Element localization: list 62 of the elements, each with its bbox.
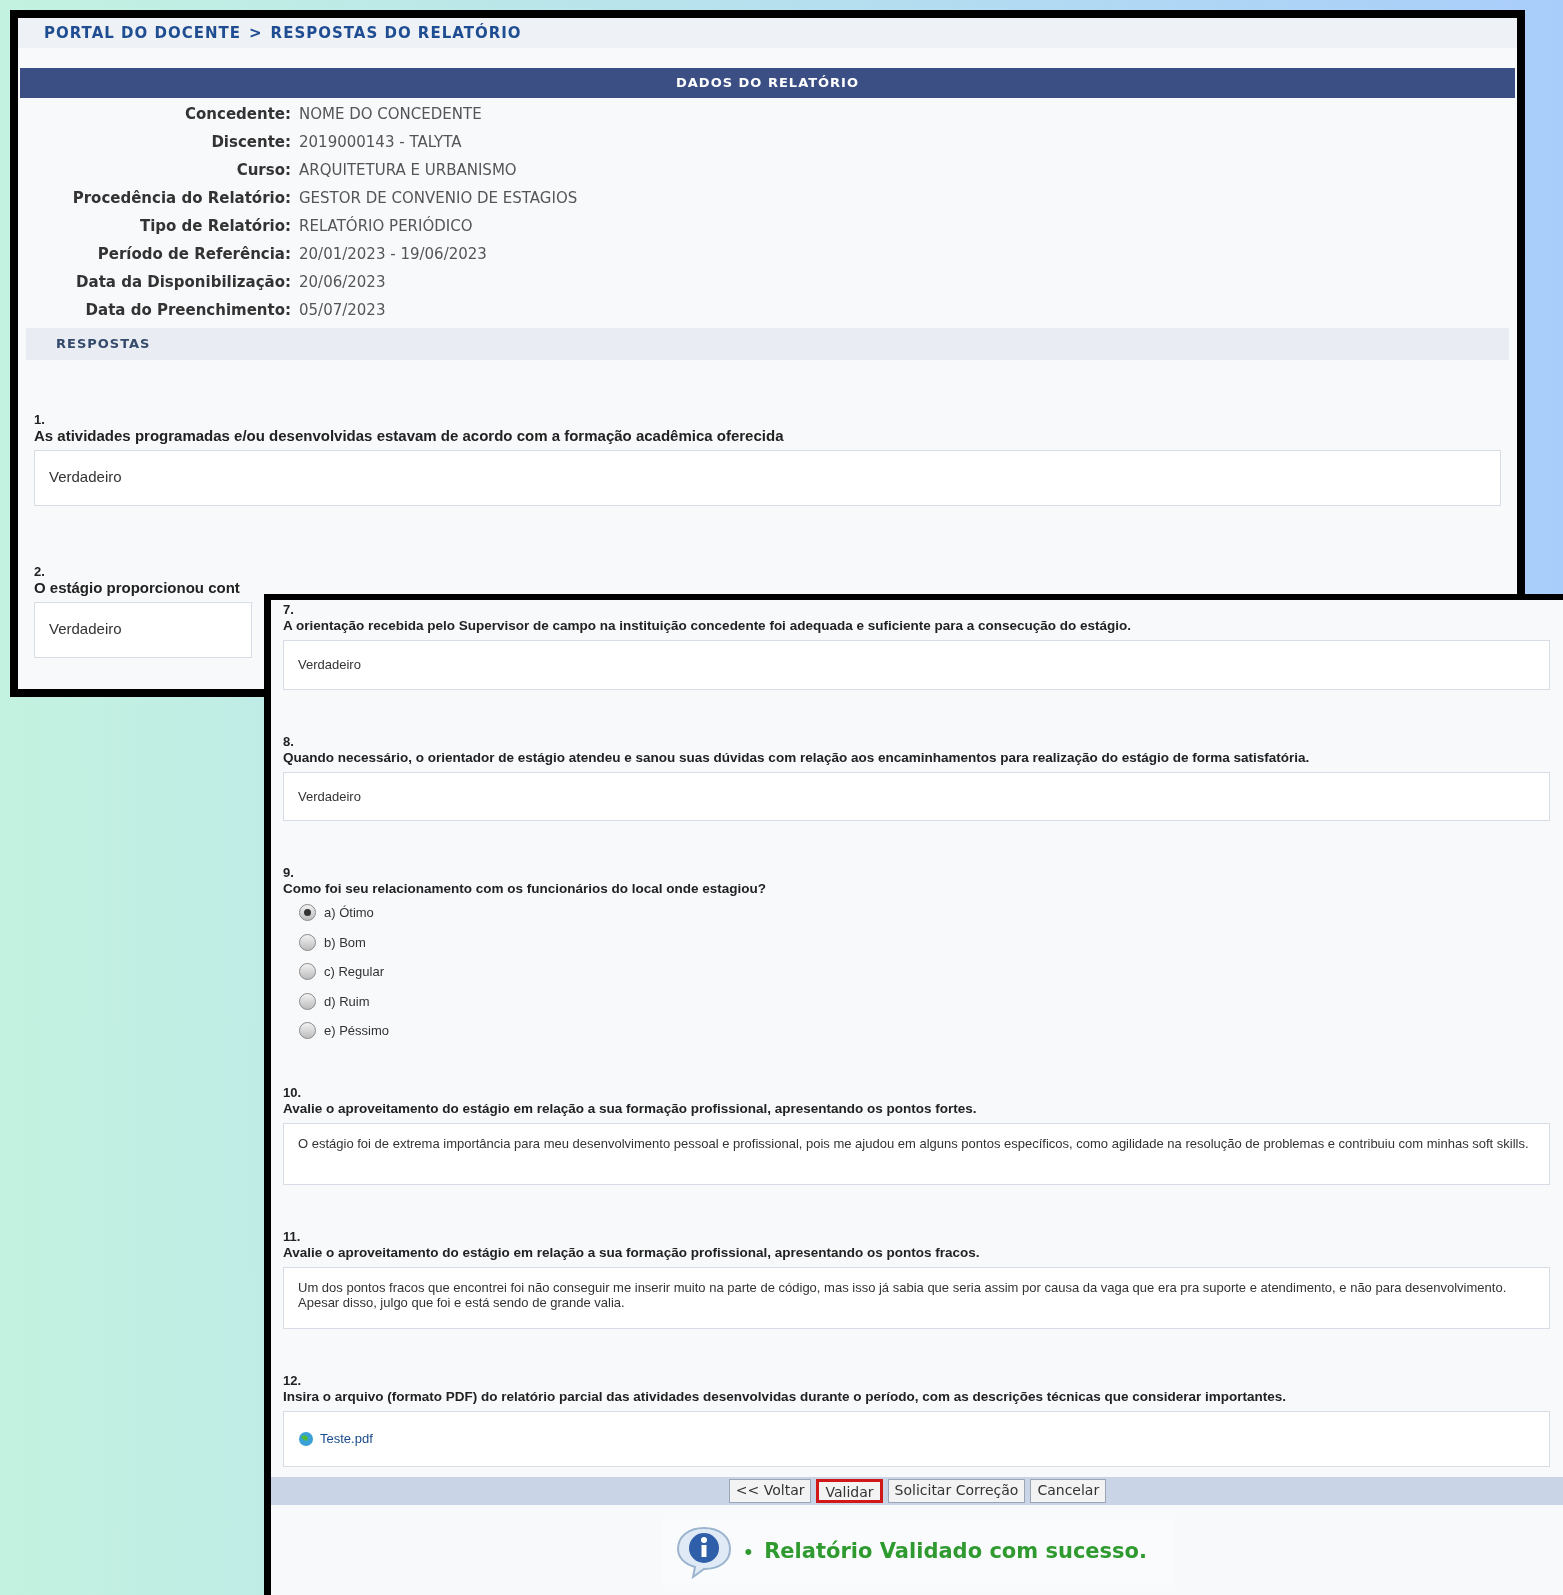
answers-header: RESPOSTAS	[26, 328, 1509, 360]
radio-button[interactable]	[299, 992, 316, 1010]
question-number: 10.	[283, 1084, 302, 1100]
globe-icon	[298, 1430, 314, 1447]
field-value: 20/01/2023 - 19/06/2023	[299, 244, 488, 264]
field-label: Curso:	[235, 160, 291, 180]
field-label: Data da Disponibilização:	[75, 272, 291, 292]
radio-button[interactable]	[299, 904, 316, 922]
radio-button[interactable]	[299, 963, 316, 981]
answer-box: O estágio foi de extrema importância para meu desenvolvimento pessoal e profissional, pois me ajudou em alguns pontos específicos, como agilidade na resolução de problemas e contribuiu com minhas soft skills.	[283, 1122, 1550, 1185]
question-text: Avalie o aproveitamento do estágio em relação a sua formação profissional, apresentando os pontos fortes.	[283, 1099, 977, 1117]
question-number: 12.	[283, 1372, 302, 1388]
radio-button[interactable]	[299, 1022, 316, 1040]
option-label: b) Bom	[324, 933, 366, 952]
action-button[interactable]: Solicitar Correção	[887, 1478, 1026, 1503]
question-number: 11.	[283, 1228, 301, 1244]
field-label: Data do Preenchimento:	[84, 300, 291, 320]
question-text: Insira o arquivo (formato PDF) do relatório parcial das atividades desenvolvidas durante o período, com as descrições técnicas que considerar importantes.	[283, 1387, 1287, 1405]
question-text: A orientação recebida pelo Supervisor de campo na instituição concedente foi adequada e suficiente para a consecução do estágio.	[283, 617, 1131, 634]
question-text: Avalie o aproveitamento do estágio em relação a sua formação profissional, apresentando os pontos fracos.	[283, 1243, 980, 1261]
answer-box: Verdadeiro	[283, 771, 1550, 821]
field-label: Concedente:	[184, 104, 291, 124]
section-header: DADOS DO RELATÓRIO	[20, 68, 1515, 98]
answer-box: Verdadeiro	[34, 602, 252, 658]
field-value: 05/07/2023	[299, 300, 387, 320]
field-value: RELATÓRIO PERIÓDICO	[299, 216, 474, 236]
action-button[interactable]: Validar	[816, 1478, 883, 1503]
info-icon	[674, 1524, 733, 1579]
success-message: Relatório Validado com sucesso.	[764, 1537, 1147, 1565]
question-number: 2.	[34, 564, 45, 579]
radio-button[interactable]	[299, 933, 316, 951]
breadcrumb-link[interactable]: PORTAL DO DOCENTE	[44, 21, 241, 45]
field-label: Discente:	[210, 132, 291, 152]
field-label: Período de Referência:	[96, 244, 291, 264]
breadcrumb-current: RESPOSTAS DO RELATÓRIO	[270, 22, 522, 44]
option-label: c) Regular	[324, 963, 384, 981]
question-number: 9.	[283, 865, 294, 880]
question-text: As atividades programadas e/ou desenvolvidas estavam de acordo com a formação acadêmica oferecida	[34, 427, 784, 444]
option-label: e) Péssimo	[324, 1022, 390, 1040]
field-value: 20/06/2023	[299, 272, 387, 292]
breadcrumb-separator: >	[249, 22, 263, 44]
question-number: 8.	[283, 733, 294, 749]
question-number: 7.	[283, 602, 294, 617]
field-value: ARQUITETURA E URBANISMO	[299, 160, 518, 180]
file-link[interactable]: Teste.pdf	[320, 1428, 373, 1449]
option-label: a) Ótimo	[324, 904, 374, 922]
answer-box: Verdadeiro	[283, 640, 1550, 690]
field-label: Tipo de Relatório:	[138, 216, 291, 236]
action-button[interactable]: Cancelar	[1030, 1478, 1107, 1503]
action-button[interactable]: << Voltar	[728, 1478, 812, 1503]
question-text: O estágio proporcionou cont	[34, 579, 240, 596]
answer-box: Verdadeiro	[34, 450, 1501, 506]
answer-box: Um dos pontos fracos que encontrei foi não conseguir me inserir muito na parte de código, mas isso já sabia que seria assim por causa da vaga que era pra suporte e atendimento, e não para desenvolvimento. Apesar disso, julgo que foi e está sendo de grande valia.	[283, 1266, 1550, 1329]
field-label: Procedência do Relatório:	[71, 188, 291, 208]
bullet: •	[744, 1538, 753, 1566]
field-value: NOME DO CONCEDENTE	[299, 104, 483, 124]
question-number: 1.	[34, 412, 45, 427]
field-value: 2019000143 - TALYTA	[299, 132, 463, 152]
field-value: GESTOR DE CONVENIO DE ESTAGIOS	[299, 188, 579, 208]
question-text: Quando necessário, o orientador de estágio atendeu e sanou suas dúvidas com relação aos encaminhamentos para realização do estágio de forma satisfatória.	[283, 748, 1310, 766]
option-label: d) Ruim	[324, 992, 370, 1011]
question-text: Como foi seu relacionamento com os funcionários do local onde estagiou?	[283, 880, 767, 897]
